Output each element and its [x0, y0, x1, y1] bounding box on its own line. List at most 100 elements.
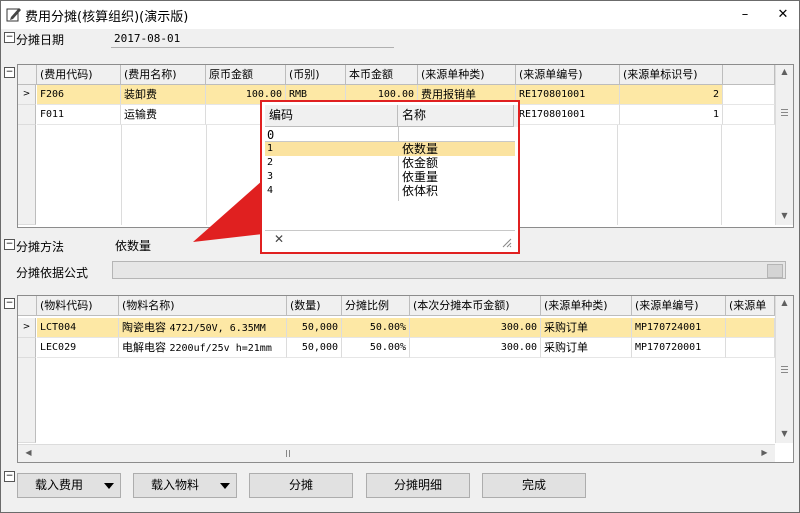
grid-line	[617, 125, 618, 225]
material-grid: (物料代码) (物料名称) (数量) 分摊比例 (本次分摊本币金额) (来源单种…	[17, 295, 794, 463]
scroll-down-icon[interactable]: ▼	[776, 429, 793, 438]
scroll-up-icon[interactable]: ▲	[776, 67, 793, 76]
table-row-cell[interactable]	[726, 318, 775, 338]
table-row-cell[interactable]: LCT004	[37, 318, 119, 338]
col-alloc-amount[interactable]: (本次分摊本币金额)	[410, 296, 541, 316]
table-row-cell[interactable]: 电解电容 2200uf/25v h=21mm	[119, 338, 287, 358]
expense-vscroll[interactable]: ▲ ▼	[775, 65, 793, 225]
title-bar: 费用分摊(核算组织)(演示版) – ✕	[1, 1, 799, 29]
popup-col-code[interactable]: 编码	[265, 105, 398, 127]
chevron-down-icon[interactable]	[104, 483, 114, 489]
table-row-cell[interactable]: RE170801001	[516, 85, 620, 105]
table-row-cell[interactable]: MP170724001	[632, 318, 726, 338]
table-row-cell[interactable]: 装卸费	[121, 85, 206, 105]
clear-icon[interactable]: ✕	[274, 232, 284, 246]
col-material-name[interactable]: (物料名称)	[119, 296, 287, 316]
scroll-grip-icon[interactable]	[781, 115, 788, 116]
col-source-type[interactable]: (来源单种类)	[418, 65, 516, 85]
scroll-grip-icon[interactable]	[286, 450, 287, 457]
popup-name: 依体积	[402, 184, 439, 198]
resize-grip-icon[interactable]	[500, 236, 512, 248]
date-underline	[111, 47, 394, 48]
row-indicator-icon[interactable]: >	[18, 318, 36, 338]
alloc-basis-field[interactable]	[112, 261, 786, 279]
method-dropdown-popup: 编码 名称 0 1 依数量 2 依金额 3 依重量 4 依体积 ✕	[260, 100, 520, 254]
table-row-cell[interactable]: 1	[620, 105, 723, 125]
close-button[interactable]: ✕	[771, 5, 795, 25]
table-row-cell[interactable]: 陶瓷电容 472J/50V, 6.35MM	[119, 318, 287, 338]
scroll-grip-icon[interactable]	[781, 372, 788, 373]
popup-row-0[interactable]: 0	[267, 128, 507, 142]
table-row-cell[interactable]: 300.00	[410, 338, 541, 358]
scroll-up-icon[interactable]: ▲	[776, 298, 793, 307]
table-row-cell[interactable]: 50.00%	[342, 338, 410, 358]
popup-row-4[interactable]: 4 依体积	[265, 184, 515, 198]
table-row-cell[interactable]: 300.00	[410, 318, 541, 338]
table-row-cell[interactable]: RE170801001	[516, 105, 620, 125]
popup-code: 1	[267, 143, 274, 154]
table-row-cell[interactable]: 2	[620, 85, 723, 105]
col-source-id[interactable]: (来源单标识号)	[620, 65, 723, 85]
row-indicator[interactable]	[18, 105, 36, 125]
scroll-grip-icon[interactable]	[781, 366, 788, 367]
table-row-cell[interactable]	[726, 338, 775, 358]
table-row-cell[interactable]: MP170720001	[632, 338, 726, 358]
alloc-detail-button[interactable]: 分摊明细	[366, 473, 470, 498]
col-currency[interactable]: (币别)	[286, 65, 346, 85]
col-expense-code[interactable]: (费用代码)	[37, 65, 121, 85]
chevron-down-icon[interactable]	[220, 483, 230, 489]
popup-name: 依重量	[402, 170, 439, 184]
table-row-cell[interactable]: 采购订单	[541, 318, 632, 338]
col-ratio[interactable]: 分摊比例	[342, 296, 410, 316]
collapse-toggle-buttons[interactable]: −	[4, 471, 15, 482]
material-hscroll[interactable]: ◀ ▶	[18, 444, 775, 462]
collapse-toggle-method[interactable]: −	[4, 239, 15, 250]
popup-col-name[interactable]: 名称	[398, 105, 514, 127]
table-row-cell[interactable]: F206	[37, 85, 121, 105]
table-row-cell[interactable]: 运输费	[121, 105, 206, 125]
scroll-left-icon[interactable]: ◀	[20, 448, 37, 457]
table-row-cell[interactable]: 采购订单	[541, 338, 632, 358]
scroll-grip-icon[interactable]	[781, 369, 788, 370]
col-orig-amount[interactable]: 原币金额	[206, 65, 286, 85]
row-indicator-icon[interactable]: >	[18, 85, 36, 105]
col-source-no[interactable]: (来源单编号)	[516, 65, 620, 85]
table-row-cell[interactable]: 50,000	[287, 338, 342, 358]
row-indicator[interactable]	[18, 338, 36, 358]
col-expense-name[interactable]: (费用名称)	[121, 65, 206, 85]
scroll-down-icon[interactable]: ▼	[776, 211, 793, 220]
table-row-cell	[723, 85, 775, 105]
popup-code: 3	[267, 171, 274, 182]
minimize-button[interactable]: –	[733, 5, 757, 25]
material-vscroll[interactable]: ▲ ▼	[775, 296, 793, 443]
material-name: 陶瓷电容	[122, 321, 166, 334]
table-row-cell[interactable]: 50,000	[287, 318, 342, 338]
col-local-amount[interactable]: 本币金额	[346, 65, 418, 85]
scroll-grip-icon[interactable]	[289, 450, 290, 457]
alloc-method-value[interactable]: 依数量	[115, 237, 151, 254]
finish-button[interactable]: 完成	[482, 473, 586, 498]
allocate-button[interactable]: 分摊	[249, 473, 353, 498]
collapse-toggle-material[interactable]: −	[4, 298, 15, 309]
scroll-right-icon[interactable]: ▶	[756, 448, 773, 457]
col-material-code[interactable]: (物料代码)	[37, 296, 119, 316]
load-material-button[interactable]: 载入物料	[133, 473, 237, 498]
load-expense-button[interactable]: 载入费用	[17, 473, 121, 498]
col-mat-source-more[interactable]: (来源单	[726, 296, 775, 316]
basis-scroll-icon[interactable]	[767, 264, 783, 278]
table-row-cell[interactable]: 50.00%	[342, 318, 410, 338]
popup-row-3[interactable]: 3 依重量	[265, 170, 515, 184]
scroll-grip-icon[interactable]	[781, 112, 788, 113]
scroll-grip-icon[interactable]	[781, 109, 788, 110]
table-row-cell[interactable]: LEC029	[37, 338, 119, 358]
collapse-toggle-expense[interactable]: −	[4, 67, 15, 78]
col-quantity[interactable]: (数量)	[287, 296, 342, 316]
col-mat-source-no[interactable]: (来源单编号)	[632, 296, 726, 316]
table-row-cell[interactable]: F011	[37, 105, 121, 125]
popup-row-1[interactable]: 1 依数量	[265, 142, 515, 156]
collapse-toggle-date[interactable]: −	[4, 32, 15, 43]
alloc-date-value[interactable]: 2017-08-01	[114, 32, 180, 45]
load-material-label: 载入物料	[150, 478, 199, 492]
col-mat-source-type[interactable]: (来源单种类)	[541, 296, 632, 316]
popup-row-2[interactable]: 2 依金额	[265, 156, 515, 170]
